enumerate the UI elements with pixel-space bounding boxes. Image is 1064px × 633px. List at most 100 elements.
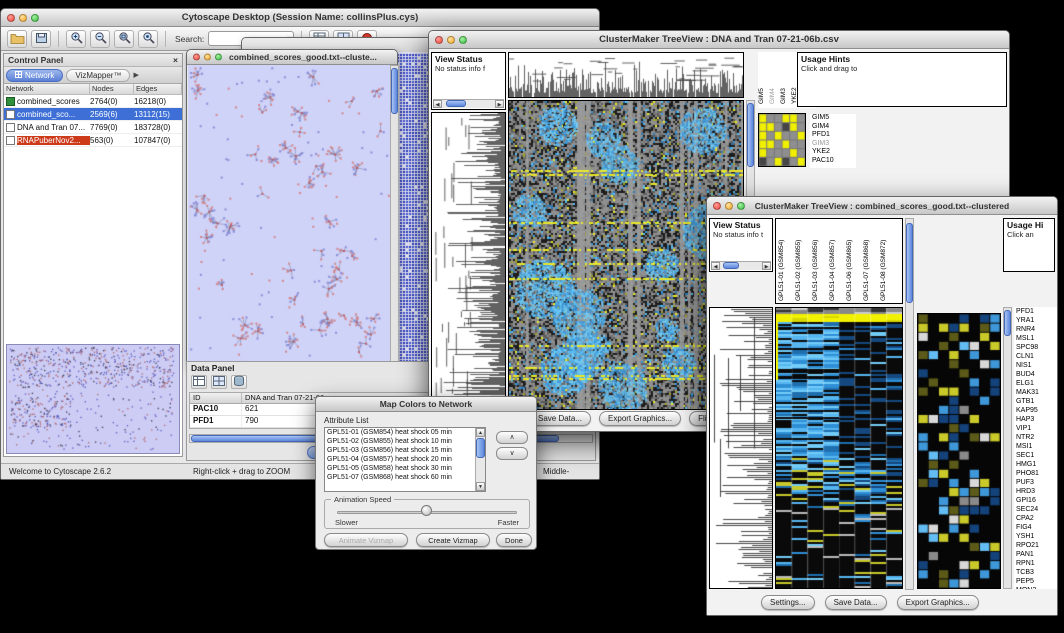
- row-dendrogram-canvas[interactable]: [710, 308, 772, 588]
- treeview-action-button[interactable]: Settings...: [761, 595, 815, 610]
- status-scrollbar[interactable]: ◀ ▶: [711, 261, 771, 270]
- gene-label[interactable]: RPO21: [1014, 541, 1057, 550]
- gene-label[interactable]: GIM4: [810, 123, 856, 132]
- treeview1-title-bar[interactable]: ClusterMaker TreeView : DNA and Tran 07-…: [429, 31, 1009, 49]
- zoom-selected-button[interactable]: [138, 30, 158, 48]
- attribute-list-item[interactable]: GPL51-01 (GSM854) heat shock 05 min: [325, 428, 485, 437]
- create-vizmap-button[interactable]: Create Vizmap: [416, 533, 490, 547]
- scrollbar-thumb[interactable]: [1004, 310, 1011, 336]
- treeview-action-button[interactable]: Export Graphics...: [897, 595, 979, 610]
- minimize-icon[interactable]: [19, 14, 27, 22]
- network-window-title-bar[interactable]: combined_scores_good.txt--cluste...: [187, 50, 397, 65]
- minimize-icon[interactable]: [204, 54, 211, 61]
- attribute-list-item[interactable]: GPL51-05 (GSM858) heat shock 30 min: [325, 464, 485, 473]
- zoom-matrix-canvas[interactable]: [759, 114, 805, 166]
- gene-label[interactable]: TCB3: [1014, 568, 1057, 577]
- close-panel-icon[interactable]: ×: [173, 55, 178, 65]
- network-vertical-scrollbar[interactable]: [390, 65, 399, 365]
- gene-label[interactable]: CPA2: [1014, 514, 1057, 523]
- gene-label[interactable]: GIM3: [810, 140, 856, 149]
- gene-label[interactable]: SEC1: [1014, 451, 1057, 460]
- gene-label[interactable]: HAP3: [1014, 415, 1057, 424]
- column-label[interactable]: GIM3: [780, 52, 791, 104]
- zoom-vertical-scrollbar[interactable]: [1003, 307, 1012, 589]
- gene-label[interactable]: MSI1: [1014, 442, 1057, 451]
- gene-label[interactable]: PFD1: [1014, 307, 1057, 316]
- gene-label[interactable]: RNR4: [1014, 325, 1057, 334]
- gene-label[interactable]: BUD4: [1014, 370, 1057, 379]
- gene-label[interactable]: SPC98: [1014, 343, 1057, 352]
- treeview-action-button[interactable]: Export Graphics...: [599, 411, 681, 426]
- attribute-list[interactable]: GPL51-01 (GSM854) heat shock 05 minGPL51…: [324, 427, 486, 492]
- gene-label[interactable]: VIP1: [1014, 424, 1057, 433]
- column-label[interactable]: GIM5: [758, 52, 769, 104]
- scrollbar-thumb[interactable]: [723, 262, 739, 269]
- column-id[interactable]: ID: [190, 393, 242, 403]
- treeview2-title-bar[interactable]: ClusterMaker TreeView : combined_scores_…: [707, 197, 1057, 215]
- treeview-action-button[interactable]: Save Data...: [529, 411, 591, 426]
- scroll-right-icon[interactable]: ▶: [762, 262, 771, 270]
- column-label[interactable]: GPL51-08 (GSM872): [880, 221, 897, 301]
- zoom-heatmap-pane[interactable]: [917, 313, 1001, 589]
- network-list-row[interactable]: DNA and Tran 07... 7769(0) 183728(0): [4, 121, 182, 134]
- column-label[interactable]: GPL51-02 (GSM855): [795, 221, 812, 301]
- scroll-track[interactable]: [442, 100, 495, 108]
- scroll-left-icon[interactable]: ◀: [433, 100, 442, 108]
- dialog-title-bar[interactable]: Map Colors to Network: [316, 397, 536, 412]
- scroll-down-icon[interactable]: ▼: [476, 482, 485, 491]
- tab-vizmapper[interactable]: VizMapper™: [66, 69, 130, 82]
- gene-label[interactable]: MON2: [1014, 586, 1057, 589]
- column-dendrogram-canvas[interactable]: [509, 53, 743, 97]
- network-list-row[interactable]: combined_scores 2764(0) 16218(0): [4, 95, 182, 108]
- gene-label[interactable]: SEC24: [1014, 505, 1057, 514]
- gene-label[interactable]: MSL1: [1014, 334, 1057, 343]
- status-scrollbar[interactable]: ◀ ▶: [433, 99, 504, 108]
- gene-label[interactable]: PHO81: [1014, 469, 1057, 478]
- scroll-up-icon[interactable]: ▲: [476, 428, 485, 437]
- treeview-action-button[interactable]: Save Data...: [825, 595, 887, 610]
- column-label[interactable]: GPL51-06 (GSM865): [846, 221, 863, 301]
- close-icon[interactable]: [435, 36, 443, 44]
- scroll-track[interactable]: [720, 262, 762, 270]
- gene-label[interactable]: MAK31: [1014, 388, 1057, 397]
- scroll-right-icon[interactable]: ▶: [495, 100, 504, 108]
- network-overview-panel[interactable]: [6, 344, 180, 454]
- main-title-bar[interactable]: Cytoscape Desktop (Session Name: collins…: [1, 9, 599, 27]
- zoom-window-icon[interactable]: [737, 202, 745, 210]
- gene-label[interactable]: YSH1: [1014, 532, 1057, 541]
- network-list-row[interactable]: combined_sco... 2569(6) 13112(15): [4, 108, 182, 121]
- scrollbar-thumb[interactable]: [476, 438, 485, 458]
- create-attribute-button[interactable]: [211, 375, 227, 389]
- attribute-list-item[interactable]: GPL51-04 (GSM857) heat shock 20 min: [325, 455, 485, 464]
- heatmap-pane[interactable]: [775, 307, 903, 589]
- minimize-icon[interactable]: [725, 202, 733, 210]
- open-session-button[interactable]: [7, 30, 27, 48]
- speed-slider-thumb[interactable]: [421, 505, 432, 516]
- gene-label[interactable]: KAP95: [1014, 406, 1057, 415]
- close-icon[interactable]: [713, 202, 721, 210]
- zoom-heatmap-canvas[interactable]: [918, 314, 1000, 588]
- scroll-left-icon[interactable]: ◀: [711, 262, 720, 270]
- scrollbar-thumb[interactable]: [906, 223, 913, 303]
- gene-label[interactable]: CLN1: [1014, 352, 1057, 361]
- gene-label[interactable]: NTR2: [1014, 433, 1057, 442]
- gene-label[interactable]: HRD3: [1014, 487, 1057, 496]
- tab-overflow-icon[interactable]: ▶: [133, 71, 138, 79]
- done-button[interactable]: Done: [496, 533, 532, 547]
- attribute-store-button[interactable]: [231, 375, 247, 389]
- gene-label[interactable]: YKE2: [810, 148, 856, 157]
- close-icon[interactable]: [193, 54, 200, 61]
- minimize-icon[interactable]: [447, 36, 455, 44]
- gene-label[interactable]: YRA1: [1014, 316, 1057, 325]
- gene-label[interactable]: GPI16: [1014, 496, 1057, 505]
- move-down-button[interactable]: ∨: [496, 447, 528, 460]
- column-dendrogram-pane[interactable]: [508, 52, 744, 98]
- network-overview-canvas[interactable]: [7, 345, 179, 453]
- zoom-in-button[interactable]: [66, 30, 86, 48]
- attribute-list-item[interactable]: GPL51-02 (GSM855) heat shock 10 min: [325, 437, 485, 446]
- main-vertical-scrollbar[interactable]: [905, 218, 914, 590]
- save-session-button[interactable]: [31, 30, 51, 48]
- row-dendrogram-pane[interactable]: [431, 112, 506, 410]
- move-up-button[interactable]: ∧: [496, 431, 528, 444]
- gene-label[interactable]: ELG1: [1014, 379, 1057, 388]
